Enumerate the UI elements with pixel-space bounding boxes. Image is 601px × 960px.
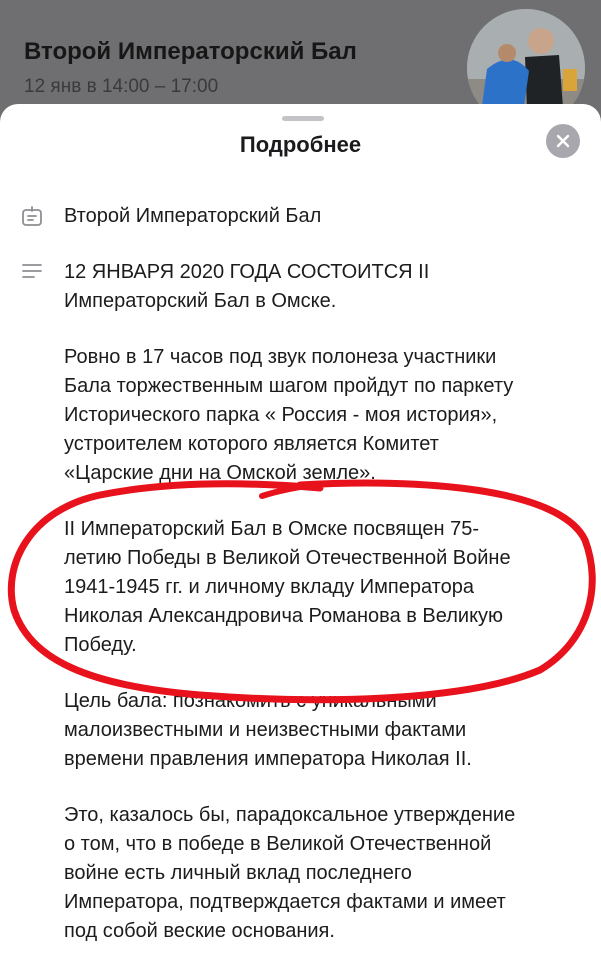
event-title: Второй Императорский Бал [24, 38, 357, 65]
details-sheet: Подробнее Второй Императорский Бал 12 ЯН… [0, 104, 601, 960]
close-icon [556, 134, 570, 148]
event-name: Второй Императорский Бал [64, 205, 322, 227]
description-paragraph: Это, казалось бы, парадоксальное утвержд… [64, 804, 516, 942]
description-paragraph: Цель бала: познакомить с уникальными мал… [64, 690, 472, 770]
description-paragraph: 12 ЯНВАРЯ 2020 ГОДА СОСТОИТСЯ II Императ… [64, 261, 430, 312]
event-header: Второй Императорский Бал 12 янв в 14:00 … [0, 0, 601, 127]
event-description: 12 ЯНВАРЯ 2020 ГОДА СОСТОИТСЯ II Императ… [64, 258, 594, 960]
description-paragraph: II Императорский Бал в Омске посвящен 75… [64, 518, 511, 656]
description-paragraph: Ровно в 17 часов под звук полонеза участ… [64, 346, 514, 484]
text-lines-icon [22, 264, 42, 278]
sheet-title: Подробнее [239, 132, 362, 157]
sheet-grabber[interactable] [282, 116, 324, 121]
event-date: 12 янв в 14:00 – 17:00 [24, 76, 219, 97]
calendar-tag-icon [22, 206, 42, 226]
close-button[interactable] [546, 124, 580, 158]
